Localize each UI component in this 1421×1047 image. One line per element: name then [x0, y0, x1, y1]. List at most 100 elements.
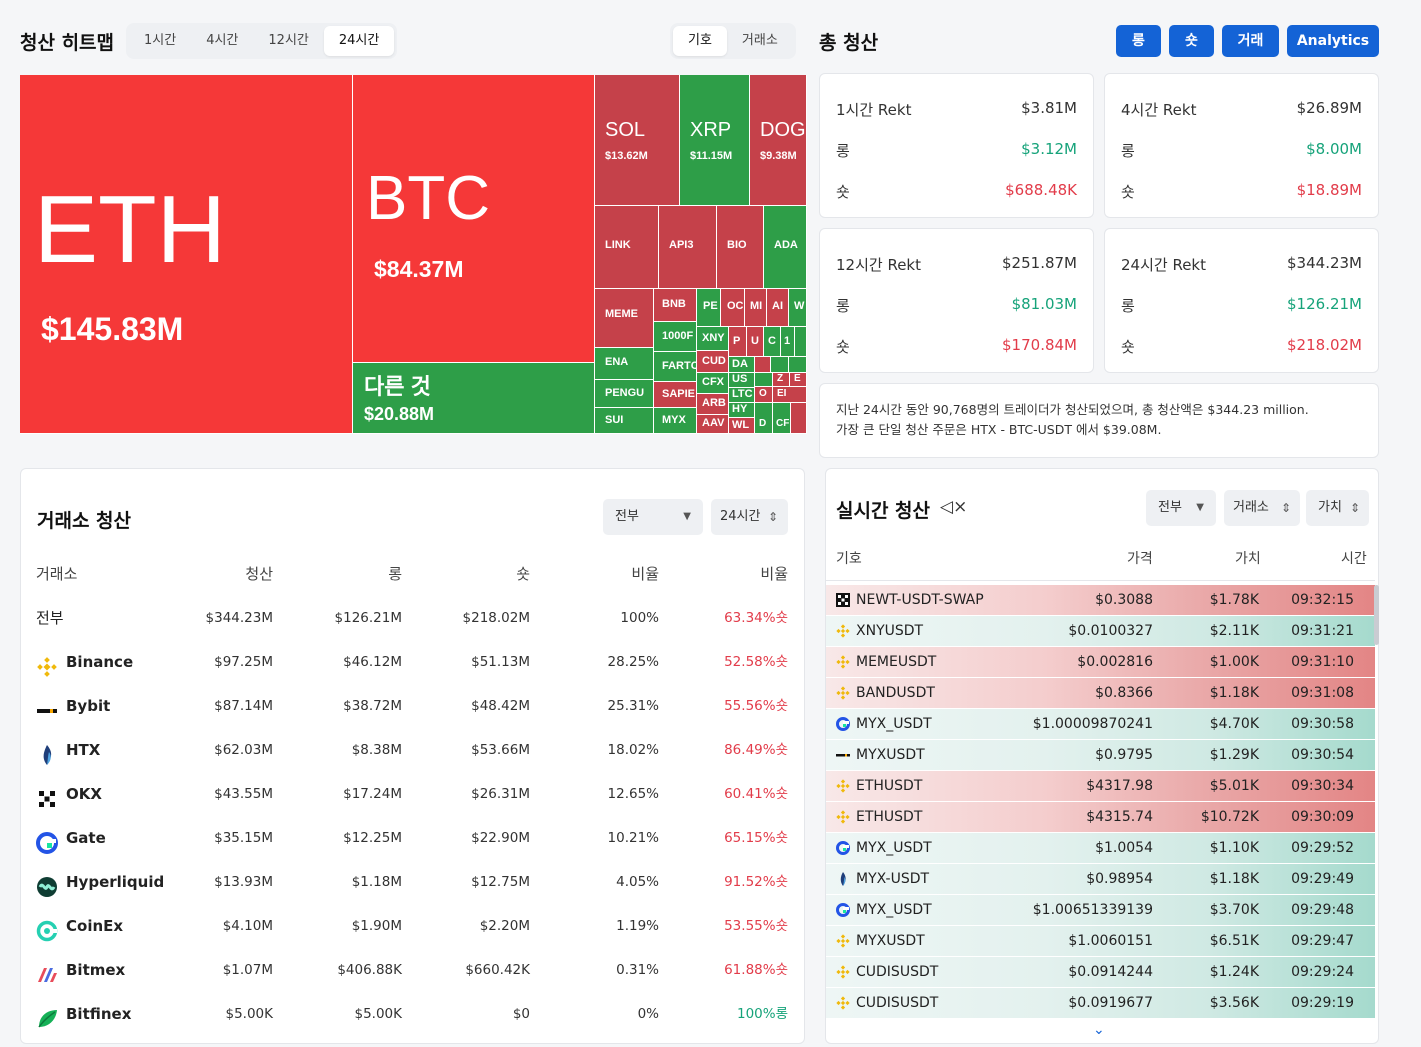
tile-aave[interactable]: AAV [697, 415, 729, 434]
tile-extra[interactable] [795, 327, 807, 357]
tile-sm3[interactable] [789, 357, 807, 373]
live-filter-value[interactable]: 가치 ⇕ [1306, 490, 1369, 526]
list-item[interactable]: NEWT-USDT-SWAP $0.3088 $1.78K 09:32:15 [826, 585, 1375, 616]
mute-icon[interactable]: ◁× [940, 497, 967, 517]
trade-button[interactable]: 거래 [1222, 25, 1279, 57]
table-row[interactable]: Gate $35.15M $12.25M $22.90M 10.21% 65.15%숏 [36, 816, 788, 860]
list-item[interactable]: MYX_USDT $1.00651339139 $3.70K 09:29:48 [826, 895, 1375, 926]
tile-xrp[interactable]: XRP $11.15M [680, 75, 750, 206]
long-button[interactable]: 롱 [1116, 25, 1161, 57]
tile-e[interactable]: E [790, 373, 807, 387]
tab-24h[interactable]: 24시간 [323, 26, 395, 56]
live-value: $2.11K [1209, 623, 1259, 639]
tile-sm5[interactable] [791, 403, 807, 434]
tab-exchange[interactable]: 거래소 [727, 26, 793, 56]
tile-1[interactable]: 1 [781, 327, 795, 357]
tile-myx[interactable]: MYX [654, 408, 697, 434]
tile-ltc[interactable]: LTC [729, 388, 755, 403]
live-filter-exchange[interactable]: 거래소 ⇕ [1224, 490, 1300, 526]
exchange-filter-select[interactable]: 전부 ▼ [603, 499, 703, 535]
tile-wl[interactable]: WL [729, 418, 755, 434]
list-item[interactable]: MYXUSDT $0.9795 $1.29K 09:30:54 [826, 740, 1375, 771]
list-item[interactable]: ETHUSDT $4317.98 $5.01K 09:30:34 [826, 771, 1375, 802]
table-row[interactable]: Bybit $87.14M $38.72M $48.42M 25.31% 55.56%숏 [36, 684, 788, 728]
list-item[interactable]: BANDUSDT $0.8366 $1.18K 09:31:08 [826, 678, 1375, 709]
scrollbar-thumb[interactable] [1374, 585, 1379, 645]
table-row[interactable]: 전부 $344.23M $126.21M $218.02M 100% 63.34%숏 [36, 596, 788, 640]
tile-d[interactable]: D [755, 403, 773, 434]
tile-cud[interactable]: CUD [697, 351, 729, 373]
table-row[interactable]: Bitmex $1.07M $406.88K $660.42K 0.31% 61.88%숏 [36, 948, 788, 992]
list-item[interactable]: MYX_USDT $1.00009870241 $4.70K 09:30:58 [826, 709, 1375, 740]
tile-arb[interactable]: ARB [697, 394, 729, 415]
tile-p[interactable]: P [729, 327, 747, 357]
tile-ena[interactable]: ENA [595, 348, 654, 380]
table-row[interactable]: HTX $62.03M $8.38M $53.66M 18.02% 86.49%숏 [36, 728, 788, 772]
list-item[interactable]: CUDISUSDT $0.0919677 $3.56K 09:29:19 [826, 988, 1375, 1019]
tile-mi[interactable]: MI [745, 289, 767, 327]
tile-sm2[interactable] [771, 357, 789, 373]
table-row[interactable]: Hyperliquid $13.93M $1.18M $12.75M 4.05% 91.5… [36, 860, 788, 904]
analytics-button[interactable]: Analytics [1287, 25, 1379, 57]
tile-meme[interactable]: MEME [595, 289, 654, 348]
tile-oc[interactable]: OC [721, 289, 745, 327]
tile-c[interactable]: C [764, 327, 781, 357]
short-button[interactable]: 숏 [1169, 25, 1214, 57]
exchange-period-select[interactable]: 24시간 ⇕ [711, 499, 788, 535]
table-row[interactable]: Bitfinex $5.00K $5.00K $0 0% 100%롱 [36, 992, 788, 1036]
tile-fartc[interactable]: FARTC [654, 352, 697, 382]
table-row[interactable]: OKX $43.55M $17.24M $26.31M 12.65% 60.41%숏 [36, 772, 788, 816]
table-row[interactable]: Binance $97.25M $46.12M $51.13M 28.25% 52.58%… [36, 640, 788, 684]
tab-12h[interactable]: 12시간 [253, 26, 323, 56]
list-item[interactable]: MYX-USDT $0.98954 $1.18K 09:29:49 [826, 864, 1375, 895]
tile-cfx[interactable]: CFX [697, 373, 729, 394]
stat-label: 1시간 Rekt [836, 101, 912, 119]
tile-z[interactable]: Z [773, 373, 790, 387]
list-item[interactable]: ETHUSDT $4315.74 $10.72K 09:30:09 [826, 802, 1375, 833]
tile-us-symbol: US [732, 373, 748, 385]
tile-bio[interactable]: BIO [717, 206, 764, 289]
tile-api3[interactable]: API3 [659, 206, 717, 289]
tile-doge[interactable]: DOG $9.38M [750, 75, 807, 206]
tile-ada[interactable]: ADA [764, 206, 807, 289]
table-row[interactable]: CoinEx $4.10M $1.90M $2.20M 1.19% 53.55%숏 [36, 904, 788, 948]
tile-sm4[interactable] [755, 373, 773, 387]
tile-ei[interactable]: EI [773, 387, 807, 403]
tab-1h[interactable]: 1시간 [129, 26, 191, 56]
tile-xny[interactable]: XNY [697, 327, 729, 351]
list-item[interactable]: CUDISUSDT $0.0914244 $1.24K 09:29:24 [826, 957, 1375, 988]
tile-pengu[interactable]: PENGU [595, 380, 654, 408]
cell-bias: 63.34%숏 [724, 610, 788, 626]
tile-us[interactable]: US [729, 373, 755, 388]
tab-4h[interactable]: 4시간 [191, 26, 253, 56]
tile-sapien[interactable]: SAPIE [654, 382, 697, 408]
list-item[interactable]: MEMEUSDT $0.002816 $1.00K 09:31:10 [826, 647, 1375, 678]
tab-symbol[interactable]: 기호 [673, 26, 727, 56]
tile-ai[interactable]: AI [767, 289, 789, 327]
tile-sui[interactable]: SUI [595, 408, 654, 434]
live-price: $0.8366 [1095, 685, 1153, 701]
list-item[interactable]: XNYUSDT $0.0100327 $2.11K 09:31:21 [826, 616, 1375, 647]
tile-1000f[interactable]: 1000F [654, 322, 697, 352]
tile-btc[interactable]: BTC $84.37M [353, 75, 595, 363]
live-title: 실시간 청산 [836, 500, 931, 522]
tile-hy[interactable]: HY [729, 403, 755, 418]
tile-eth[interactable]: ETH $145.83M [20, 75, 353, 434]
list-item[interactable]: MYX_USDT $1.0054 $1.10K 09:29:52 [826, 833, 1375, 864]
tile-u[interactable]: U [747, 327, 764, 357]
tile-sm1[interactable] [755, 357, 771, 373]
cell-bias: 65.15%숏 [724, 830, 788, 846]
tile-bnb[interactable]: BNB [654, 289, 697, 322]
tile-cf[interactable]: CF [773, 403, 791, 434]
tile-pe[interactable]: PE [697, 289, 721, 327]
list-item[interactable]: MYXUSDT $1.0060151 $6.51K 09:29:47 [826, 926, 1375, 957]
tile-sol[interactable]: SOL $13.62M [595, 75, 680, 206]
tile-link[interactable]: LINK [595, 206, 659, 289]
tile-da[interactable]: DA [729, 357, 755, 373]
tile-o[interactable]: O [755, 387, 773, 403]
scroll-down-chevron-icon[interactable]: ⌄ [1093, 1022, 1105, 1038]
tile-other[interactable]: 다른 것 $20.88M [353, 363, 595, 434]
tile-w[interactable]: W [789, 289, 807, 327]
live-filter-all[interactable]: 전부 ▼ [1146, 490, 1216, 526]
stat-total: $251.87M [1002, 254, 1077, 272]
